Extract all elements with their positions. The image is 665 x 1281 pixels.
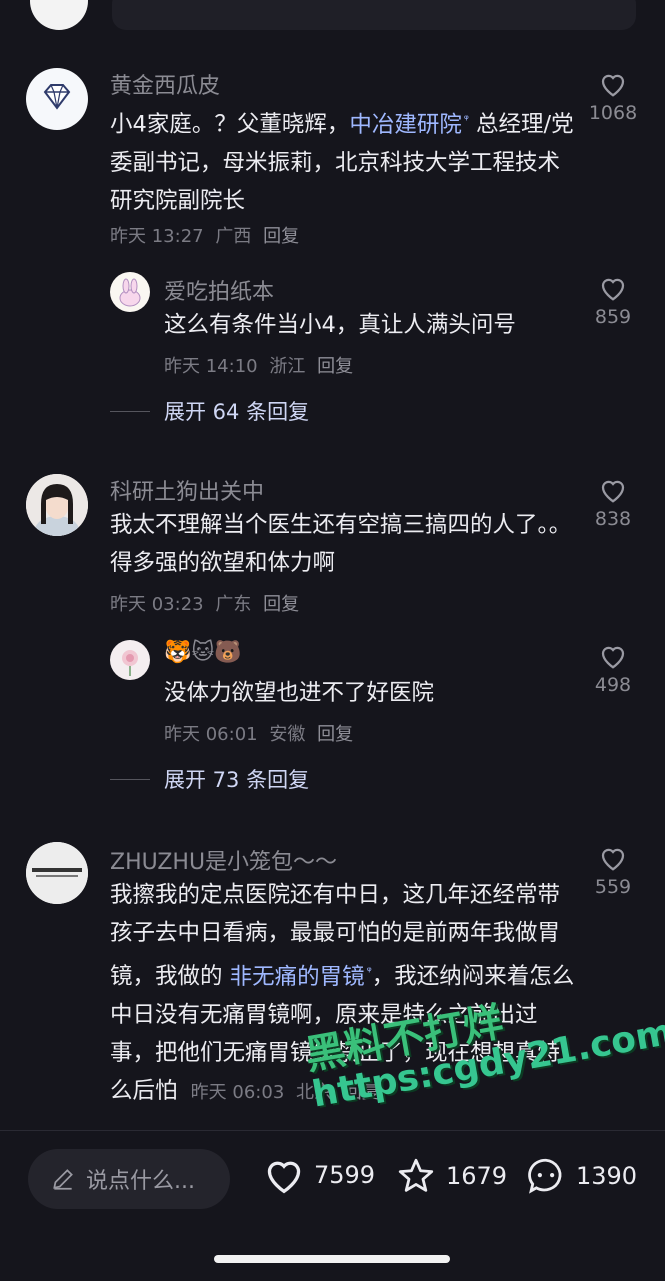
search-mark-icon: ᵠ <box>463 112 469 126</box>
heart-icon <box>601 278 625 301</box>
favorite-button[interactable]: 1679 <box>394 1155 507 1197</box>
heart-icon <box>601 74 625 97</box>
expand-replies-button[interactable]: 展开 73 条回复 <box>110 764 309 794</box>
reply-text: 这么有条件当小4，真让人满头问号 <box>164 312 516 338</box>
avatar[interactable] <box>26 842 88 904</box>
diamond-icon <box>43 84 71 110</box>
like-button[interactable]: 1068 <box>577 70 649 124</box>
like-count: 1068 <box>588 102 638 124</box>
previous-comment-partial <box>0 0 665 40</box>
divider <box>110 778 150 780</box>
comment-text-part: 小4家庭。？父董晓辉， <box>110 111 350 138</box>
comment-username[interactable]: ZHUZHU是小笼包～～ <box>110 844 337 876</box>
reply-location: 安徽 <box>269 724 306 745</box>
reply-username[interactable]: 🐯🐱🐻 <box>164 640 242 665</box>
reply-time: 昨天 14:10 <box>164 356 258 377</box>
comment-input[interactable]: 说点什么... <box>28 1149 230 1209</box>
heart-icon <box>601 646 625 669</box>
avatar[interactable] <box>26 68 88 130</box>
reply-button[interactable]: 回复 <box>263 226 299 247</box>
flower-icon <box>122 650 138 676</box>
like-total-button[interactable]: 7599 <box>262 1155 375 1195</box>
heart-icon <box>267 1161 301 1194</box>
comment-username[interactable]: 黄金西瓜皮 <box>110 68 220 100</box>
bottom-action-bar: 说点什么... 7599 1679 1390 <box>0 1130 665 1281</box>
text-logo-avatar-icon <box>26 842 88 904</box>
search-link[interactable]: 中冶建研院 ᵠ <box>349 112 469 138</box>
portrait-avatar-icon <box>26 474 88 536</box>
comment-text: 我太不理解当个医生还有空搞三搞四的人了。。得多强的欲望和体力啊 <box>110 512 572 576</box>
comment-time: 昨天 13:27 <box>110 226 204 247</box>
comment-location: 广西 <box>215 226 252 247</box>
reply-meta: 昨天 14:10 浙江 回复 <box>164 352 359 378</box>
comment-meta: 昨天 13:27 广西 回复 <box>110 222 305 248</box>
comment-text: 小4家庭。？父董晓辉，中冶建研院 ᵠ 总经理/党委副书记，母米振莉，北京科技大学工… <box>110 100 580 220</box>
like-button[interactable]: 859 <box>577 274 649 328</box>
comment-username[interactable]: 科研土狗出关中 <box>110 474 264 506</box>
reply-username[interactable]: 爱吃拍纸本 <box>164 274 274 306</box>
heart-icon <box>601 480 625 503</box>
like-button[interactable]: 559 <box>577 844 649 898</box>
comments-button[interactable]: 1390 <box>524 1155 637 1197</box>
search-link-label: 非无痛的胃镜 <box>229 963 365 990</box>
like-total-count: 7599 <box>314 1161 376 1189</box>
comment-time: 昨天 06:03 <box>190 1081 285 1103</box>
reply-location: 浙江 <box>269 356 306 377</box>
comment-input-placeholder: 说点什么... <box>86 1169 195 1194</box>
star-icon <box>398 1158 434 1192</box>
comment-bubble-icon <box>528 1158 562 1194</box>
expand-replies-button[interactable]: 展开 64 条回复 <box>110 396 309 426</box>
comments-count: 1390 <box>576 1162 638 1190</box>
avatar[interactable] <box>110 272 150 312</box>
previous-comment-bubble <box>112 0 636 30</box>
reply-button[interactable]: 回复 <box>317 356 353 377</box>
reply-button[interactable]: 回复 <box>263 594 299 615</box>
avatar[interactable] <box>110 640 150 680</box>
search-link-label: 中冶建研院 <box>349 111 462 138</box>
like-count: 838 <box>594 508 632 530</box>
like-button[interactable]: 838 <box>577 476 649 530</box>
favorite-count: 1679 <box>446 1162 508 1190</box>
expand-replies-label: 展开 64 条回复 <box>164 400 310 424</box>
like-count: 859 <box>594 306 632 328</box>
expand-replies-label: 展开 73 条回复 <box>164 768 310 792</box>
avatar[interactable] <box>26 474 88 536</box>
comment-meta: 昨天 03:23 广东 回复 <box>110 590 305 616</box>
reply-text: 没体力欲望也进不了好医院 <box>164 680 435 706</box>
reply-meta: 昨天 06:01 安徽 回复 <box>164 720 359 746</box>
divider <box>110 410 150 412</box>
like-count: 559 <box>594 876 632 898</box>
comment-time: 昨天 03:23 <box>110 594 204 615</box>
search-link[interactable]: 非无痛的胃镜 ᵠ <box>230 964 372 990</box>
heart-icon <box>601 848 625 871</box>
avatar[interactable] <box>30 0 88 30</box>
comment-location: 广东 <box>215 594 252 615</box>
reply-button[interactable]: 回复 <box>317 724 353 745</box>
like-count: 498 <box>594 674 632 696</box>
reply-time: 昨天 06:01 <box>164 724 258 745</box>
cartoon-rabbit-icon <box>119 278 141 307</box>
pencil-icon <box>53 1169 73 1190</box>
like-button[interactable]: 498 <box>577 642 649 696</box>
home-indicator[interactable] <box>214 1255 450 1263</box>
